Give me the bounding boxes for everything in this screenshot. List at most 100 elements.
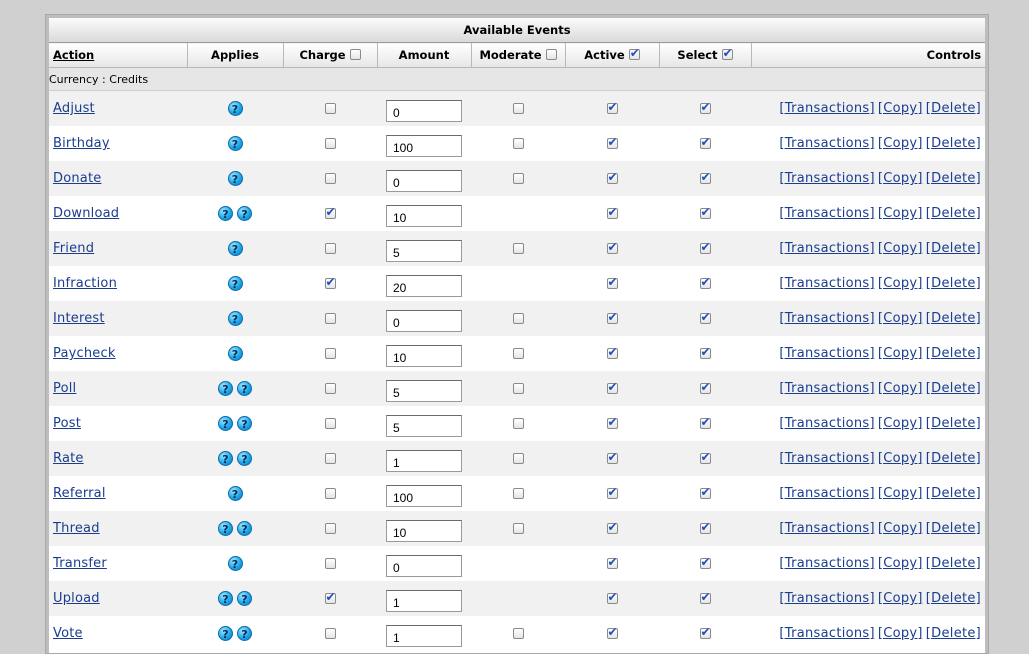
select-checkbox[interactable] (699, 310, 711, 324)
select-checkbox[interactable] (699, 485, 711, 499)
amount-input[interactable]: 20 (386, 274, 462, 297)
copy-link[interactable]: [Copy] (878, 591, 923, 606)
select-checkbox[interactable] (699, 170, 711, 184)
select-checkbox[interactable] (699, 345, 711, 359)
copy-link[interactable]: [Copy] (878, 626, 923, 641)
select-all-checkbox[interactable] (721, 46, 733, 60)
amount-input[interactable]: 100 (386, 484, 462, 507)
charge-checkbox[interactable] (324, 383, 336, 394)
delete-link[interactable]: [Delete] (926, 206, 981, 221)
select-checkbox[interactable] (699, 625, 711, 639)
transactions-link[interactable]: [Transactions] (779, 241, 875, 256)
transactions-link[interactable]: [Transactions] (779, 626, 875, 641)
amount-input[interactable]: 1 (386, 624, 462, 647)
active-checkbox[interactable] (606, 555, 618, 569)
delete-link[interactable]: [Delete] (926, 381, 981, 396)
action-link[interactable]: Upload (53, 591, 100, 606)
transactions-link[interactable]: [Transactions] (779, 276, 875, 291)
charge-checkbox[interactable] (324, 313, 336, 324)
delete-link[interactable]: [Delete] (926, 311, 981, 326)
help-icon[interactable]: ? (237, 591, 252, 606)
delete-link[interactable]: [Delete] (926, 346, 981, 361)
transactions-link[interactable]: [Transactions] (779, 346, 875, 361)
transactions-link[interactable]: [Transactions] (779, 416, 875, 431)
active-checkbox[interactable] (606, 450, 618, 464)
help-icon[interactable]: ? (227, 101, 243, 116)
active-checkbox[interactable] (606, 100, 618, 114)
transactions-link[interactable]: [Transactions] (779, 136, 875, 151)
help-icon[interactable]: ? (218, 521, 233, 536)
select-checkbox[interactable] (699, 135, 711, 149)
select-checkbox[interactable] (699, 415, 711, 429)
charge-checkbox[interactable] (324, 590, 336, 604)
select-checkbox[interactable] (699, 380, 711, 394)
moderate-checkbox[interactable] (512, 453, 524, 464)
active-checkbox[interactable] (606, 310, 618, 324)
amount-input[interactable]: 5 (386, 414, 462, 437)
amount-input[interactable]: 10 (386, 344, 462, 367)
amount-input[interactable]: 0 (386, 169, 462, 192)
transactions-link[interactable]: [Transactions] (779, 206, 875, 221)
action-link[interactable]: Birthday (53, 136, 110, 151)
moderate-checkbox[interactable] (512, 523, 524, 534)
amount-input[interactable]: 5 (386, 239, 462, 262)
transactions-link[interactable]: [Transactions] (779, 311, 875, 326)
header-action-label[interactable]: Action (53, 48, 94, 62)
help-icon[interactable]: ? (218, 206, 233, 221)
copy-link[interactable]: [Copy] (878, 451, 923, 466)
active-checkbox[interactable] (606, 135, 618, 149)
help-icon[interactable]: ? (227, 486, 243, 501)
help-icon[interactable]: ? (218, 591, 233, 606)
amount-input[interactable]: 0 (386, 554, 462, 577)
help-icon[interactable]: ? (227, 171, 243, 186)
amount-input[interactable]: 10 (386, 204, 462, 227)
help-icon[interactable]: ? (227, 136, 243, 151)
active-checkbox[interactable] (606, 275, 618, 289)
action-link[interactable]: Friend (53, 241, 94, 256)
charge-checkbox[interactable] (324, 275, 336, 289)
amount-input[interactable]: 100 (386, 134, 462, 157)
moderate-checkbox[interactable] (512, 628, 524, 639)
help-icon[interactable]: ? (237, 521, 252, 536)
help-icon[interactable]: ? (227, 241, 243, 256)
copy-link[interactable]: [Copy] (878, 241, 923, 256)
transactions-link[interactable]: [Transactions] (779, 591, 875, 606)
action-link[interactable]: Referral (53, 486, 106, 501)
copy-link[interactable]: [Copy] (878, 521, 923, 536)
help-icon[interactable]: ? (237, 206, 252, 221)
action-link[interactable]: Thread (53, 521, 100, 536)
active-checkbox[interactable] (606, 240, 618, 254)
help-icon[interactable]: ? (227, 556, 243, 571)
active-checkbox[interactable] (606, 415, 618, 429)
charge-checkbox[interactable] (324, 418, 336, 429)
charge-checkbox[interactable] (324, 488, 336, 499)
charge-all-checkbox[interactable] (349, 49, 361, 60)
action-link[interactable]: Rate (53, 451, 84, 466)
active-checkbox[interactable] (606, 485, 618, 499)
copy-link[interactable]: [Copy] (878, 311, 923, 326)
moderate-checkbox[interactable] (512, 313, 524, 324)
charge-checkbox[interactable] (324, 628, 336, 639)
copy-link[interactable]: [Copy] (878, 416, 923, 431)
transactions-link[interactable]: [Transactions] (779, 451, 875, 466)
copy-link[interactable]: [Copy] (878, 276, 923, 291)
charge-checkbox[interactable] (324, 173, 336, 184)
select-checkbox[interactable] (699, 590, 711, 604)
transactions-link[interactable]: [Transactions] (779, 381, 875, 396)
delete-link[interactable]: [Delete] (926, 241, 981, 256)
transactions-link[interactable]: [Transactions] (779, 556, 875, 571)
active-checkbox[interactable] (606, 590, 618, 604)
copy-link[interactable]: [Copy] (878, 556, 923, 571)
select-checkbox[interactable] (699, 100, 711, 114)
copy-link[interactable]: [Copy] (878, 206, 923, 221)
moderate-checkbox[interactable] (512, 383, 524, 394)
action-link[interactable]: Donate (53, 171, 101, 186)
delete-link[interactable]: [Delete] (926, 626, 981, 641)
delete-link[interactable]: [Delete] (926, 101, 981, 116)
help-icon[interactable]: ? (237, 626, 252, 641)
charge-checkbox[interactable] (324, 138, 336, 149)
action-link[interactable]: Poll (53, 381, 76, 396)
transactions-link[interactable]: [Transactions] (779, 486, 875, 501)
moderate-checkbox[interactable] (512, 173, 524, 184)
moderate-all-checkbox[interactable] (545, 49, 557, 60)
